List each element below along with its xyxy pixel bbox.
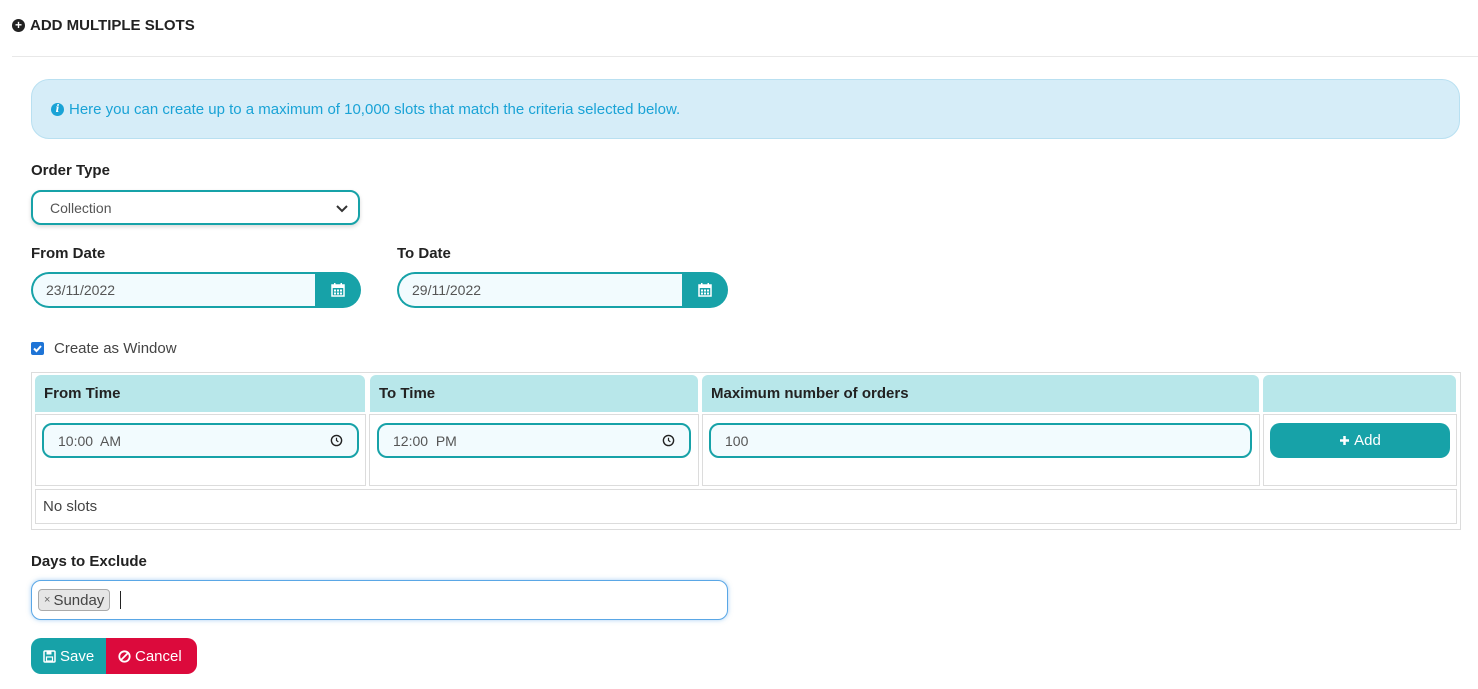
page-title: + ADD MULTIPLE SLOTS bbox=[12, 17, 195, 34]
plus-circle-icon: + bbox=[12, 19, 25, 32]
text-cursor bbox=[120, 591, 122, 609]
create-as-window-checkbox[interactable] bbox=[31, 342, 44, 355]
info-circle-icon: i bbox=[51, 102, 64, 116]
add-slot-button[interactable]: Add bbox=[1270, 423, 1450, 458]
info-alert-text: Here you can create up to a maximum of 1… bbox=[69, 100, 681, 118]
from-date-group: 23/11/2022 bbox=[31, 272, 361, 308]
to-date-input[interactable]: 29/11/2022 bbox=[397, 272, 682, 308]
add-slot-label: Add bbox=[1354, 432, 1381, 449]
check-icon bbox=[33, 345, 42, 353]
column-header-actions bbox=[1263, 375, 1456, 412]
tag-label: Sunday bbox=[53, 591, 105, 609]
save-button[interactable]: Save bbox=[31, 638, 106, 674]
chevron-down-icon bbox=[336, 205, 348, 213]
order-type-label: Order Type bbox=[31, 162, 110, 179]
from-time-input[interactable]: 10:00 AM bbox=[42, 423, 359, 458]
days-exclude-label: Days to Exclude bbox=[31, 553, 147, 570]
to-date-calendar-button[interactable] bbox=[682, 272, 728, 308]
to-time-value: 12:00 PM bbox=[393, 432, 457, 449]
divider bbox=[12, 56, 1478, 57]
from-time-value: 10:00 AM bbox=[58, 432, 122, 449]
ban-icon bbox=[118, 649, 131, 663]
cancel-label: Cancel bbox=[135, 647, 182, 665]
tag-sunday: × Sunday bbox=[38, 589, 111, 611]
create-as-window-label: Create as Window bbox=[54, 340, 177, 357]
days-exclude-input[interactable]: × Sunday bbox=[31, 580, 728, 620]
order-type-value: Collection bbox=[50, 199, 112, 216]
calendar-icon bbox=[331, 283, 345, 297]
to-date-label: To Date bbox=[397, 245, 451, 262]
column-header-from-time: From Time bbox=[35, 375, 365, 412]
create-as-window-row: Create as Window bbox=[31, 340, 177, 357]
column-header-to-time: To Time bbox=[370, 375, 698, 412]
from-date-calendar-button[interactable] bbox=[315, 272, 361, 308]
clock-icon bbox=[662, 434, 675, 447]
calendar-icon bbox=[698, 283, 712, 297]
info-alert: i Here you can create up to a maximum of… bbox=[31, 79, 1460, 139]
floppy-disk-icon bbox=[43, 649, 56, 663]
remove-tag-icon[interactable]: × bbox=[44, 594, 50, 606]
plus-icon bbox=[1340, 436, 1350, 445]
from-date-input[interactable]: 23/11/2022 bbox=[31, 272, 315, 308]
clock-icon bbox=[330, 434, 343, 447]
column-header-max-orders: Maximum number of orders bbox=[702, 375, 1259, 412]
page-title-text: ADD MULTIPLE SLOTS bbox=[30, 17, 195, 34]
to-date-group: 29/11/2022 bbox=[397, 272, 728, 308]
save-label: Save bbox=[60, 647, 95, 665]
max-orders-input[interactable]: 100 bbox=[709, 423, 1252, 458]
from-date-label: From Date bbox=[31, 245, 106, 262]
cancel-button[interactable]: Cancel bbox=[106, 638, 197, 674]
order-type-select[interactable]: Collection bbox=[31, 190, 360, 225]
to-time-input[interactable]: 12:00 PM bbox=[377, 423, 691, 458]
empty-slots-message: No slots bbox=[35, 489, 1457, 524]
